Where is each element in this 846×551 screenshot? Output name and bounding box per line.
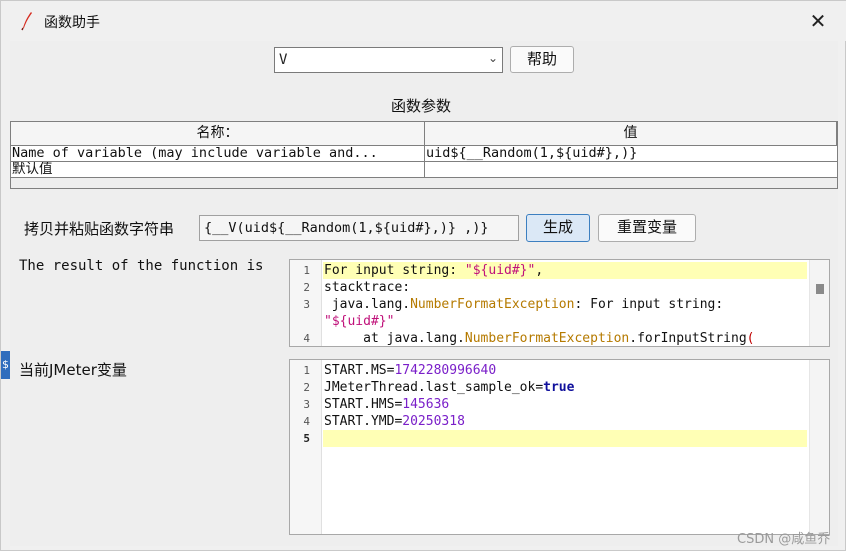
param-name-cell[interactable]: Name of variable (may include variable a… xyxy=(11,146,425,162)
reset-variables-button[interactable]: 重置变量 xyxy=(598,214,696,242)
line-number: 4 xyxy=(303,415,310,428)
code-line: For input string: "${uid#}", xyxy=(324,263,544,278)
code-line: "${uid#}" xyxy=(324,314,395,329)
line-number: 1 xyxy=(303,264,310,277)
watermark: CSDN @咸鱼乔 xyxy=(737,532,831,547)
variables-editor[interactable]: 1 2 3 4 5 START.MS=1742280996640 JMeterT… xyxy=(289,359,830,535)
copy-label: 拷贝并粘贴函数字符串 xyxy=(24,220,175,238)
window-title: 函数助手 xyxy=(44,15,100,31)
code-line: stacktrace: xyxy=(324,280,411,295)
code-line: START.YMD=20250318 xyxy=(324,414,465,429)
feather-icon xyxy=(21,12,32,31)
param-value-cell[interactable] xyxy=(425,162,837,178)
code-line: START.HMS=145636 xyxy=(324,397,450,412)
function-helper-window: 函数助手 ✕ V ⌄ 帮助 函数参数 名称： 值 Name of variabl… xyxy=(0,0,846,551)
function-string-field[interactable]: {__V(uid${__Random(1,${uid#},)} ,)} xyxy=(199,215,519,241)
chevron-down-icon: ⌄ xyxy=(487,51,498,65)
line-number: 2 xyxy=(303,281,310,294)
line-number: 1 xyxy=(303,364,310,377)
code-line: JMeterThread.last_sample_ok=true xyxy=(324,380,575,395)
line-number: 3 xyxy=(303,298,310,311)
line-gutter: 1 2 3 4 5 xyxy=(290,360,322,534)
dialog-content: V ⌄ 帮助 函数参数 名称： 值 Name of variable (may … xyxy=(10,41,838,546)
close-button[interactable]: ✕ xyxy=(805,9,831,33)
vertical-scrollbar[interactable] xyxy=(809,260,829,346)
function-select-value: V xyxy=(279,52,288,68)
line-gutter: 1 2 3 4 xyxy=(290,260,322,346)
current-line-highlight xyxy=(323,430,807,447)
code-line: at java.lang.NumberFormatException.forIn… xyxy=(324,331,755,346)
result-editor[interactable]: 1 2 3 4 For input string: "${uid#}", sta… xyxy=(289,259,830,347)
param-value-cell[interactable]: uid${__Random(1,${uid#},)} xyxy=(425,146,837,162)
jmeter-vars-label: 当前JMeter变量 xyxy=(19,361,127,379)
column-header-name: 名称： xyxy=(11,122,425,146)
param-name-cell[interactable]: 默认值 xyxy=(11,162,425,178)
line-number: 3 xyxy=(303,398,310,411)
side-tab-marker: $ xyxy=(1,351,10,379)
vertical-scrollbar[interactable] xyxy=(809,360,829,534)
title-bar: 函数助手 ✕ xyxy=(1,1,846,41)
params-table: 名称： 值 Name of variable (may include vari… xyxy=(10,121,838,189)
generate-button[interactable]: 生成 xyxy=(526,214,590,242)
help-button[interactable]: 帮助 xyxy=(510,46,574,73)
code-line: java.lang.NumberFormatException: For inp… xyxy=(324,297,724,312)
line-number: 2 xyxy=(303,381,310,394)
column-header-value: 值 xyxy=(425,122,837,146)
line-number: 5 xyxy=(303,432,310,445)
result-label: The result of the function is xyxy=(19,258,264,274)
code-line: START.MS=1742280996640 xyxy=(324,363,497,378)
params-label: 函数参数 xyxy=(391,97,452,115)
line-number: 4 xyxy=(303,332,310,345)
function-select[interactable]: V ⌄ xyxy=(274,47,503,73)
scrollbar-thumb[interactable] xyxy=(816,284,824,294)
